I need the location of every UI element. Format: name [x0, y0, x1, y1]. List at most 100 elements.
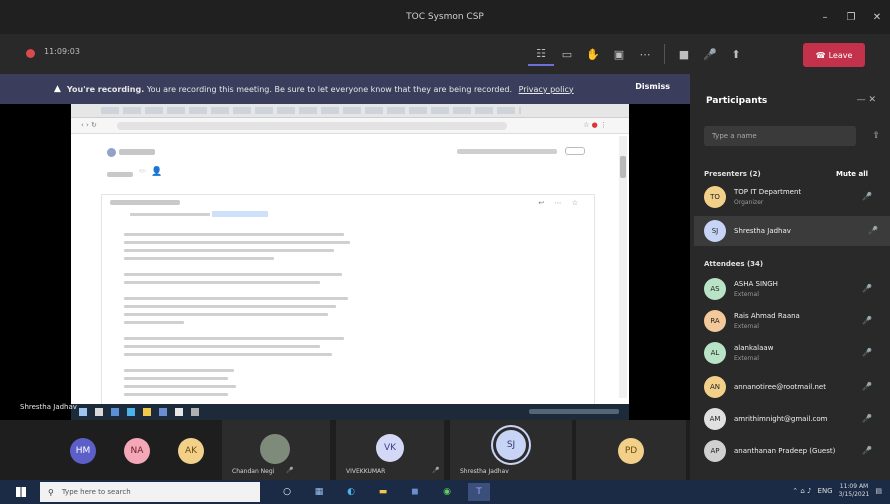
windows-taskbar: ⚲ Type here to search ○ ▦ ◐ ▬ ◼ ◉ T ⌃ ⌂ …: [0, 480, 890, 504]
participant-name: amrithimnight@gmail.com: [734, 415, 828, 423]
taskbar-search[interactable]: ⚲ Type here to search: [40, 482, 260, 502]
clock[interactable]: 11:09 AM 3/15/2021: [839, 483, 870, 499]
window-title: TOC Sysmon CSP: [406, 12, 484, 22]
text-line: [124, 281, 320, 284]
toolbar-divider: [664, 44, 665, 64]
avatar: AS: [704, 278, 726, 300]
invite-input[interactable]: Type a name: [704, 126, 856, 146]
participant-role: External: [734, 323, 759, 330]
edge-icon[interactable]: ◐: [340, 483, 362, 501]
text-line: [124, 321, 184, 324]
taskbar-apps: ○ ▦ ◐ ▬ ◼ ◉ T: [276, 483, 500, 501]
language-indicator[interactable]: ENG: [818, 487, 833, 495]
participant-row[interactable]: AN annanotiree@rootmail.net 🎤: [704, 372, 884, 402]
close-button[interactable]: ✕: [864, 12, 890, 23]
participant-tile[interactable]: PD: [576, 420, 686, 480]
search-icon: ⚲: [48, 487, 54, 497]
text-line: [124, 241, 350, 244]
attendees-section[interactable]: Attendees (34): [704, 260, 763, 268]
participants-icon[interactable]: ☷: [528, 42, 554, 66]
share-invite-icon[interactable]: ⇪: [872, 131, 880, 141]
participant-tile[interactable]: VK VIVEKKUMAR 🎤: [336, 420, 444, 480]
title-bar: TOC Sysmon CSP – ❐ ✕: [0, 0, 890, 34]
camera-icon[interactable]: ■: [671, 42, 697, 66]
clock-time: 11:09 AM: [839, 483, 869, 490]
participant-name: VIVEKKUMAR: [346, 468, 386, 475]
participant-strip: HM NA AK Chandan Negi 🎤 VK VIVEKKUMAR 🎤 …: [0, 420, 690, 480]
app-icon: [175, 408, 183, 416]
recording-icon: [26, 49, 35, 58]
leave-button[interactable]: ☎ Leave: [803, 43, 865, 67]
participant-tile[interactable]: NA: [112, 420, 158, 480]
browser-tools-icon: ☆ ● ⋮: [583, 121, 607, 129]
participant-row[interactable]: AP ananthanan Pradeep (Guest) 🎤: [704, 436, 884, 466]
share-icon[interactable]: ⬆: [723, 42, 749, 66]
banner-bold: You're recording.: [66, 84, 145, 94]
mute-all-button[interactable]: Mute all: [836, 170, 868, 178]
avatar: VK: [376, 434, 404, 462]
breakout-icon[interactable]: ▣: [606, 42, 632, 66]
raise-hand-icon[interactable]: ✋: [580, 42, 606, 66]
presenters-section[interactable]: Presenters (2): [704, 170, 761, 178]
search-icon: [95, 408, 103, 416]
mic-muted-icon: 🎤: [862, 316, 872, 325]
task-view-icon[interactable]: ○: [276, 483, 298, 501]
meeting-stage: ‹ › ↻ ☆ ● ⋮ ✏ 👤 ↩ ⋯ ☆ Shrestha Jadhav: [0, 104, 690, 420]
file-explorer-icon[interactable]: ▬: [372, 483, 394, 501]
mic-muted-icon: 🎤: [286, 467, 294, 474]
participant-row[interactable]: AS ASHA SINGH External 🎤: [704, 274, 884, 304]
mic-muted-icon: 🎤: [862, 446, 872, 455]
more-icon[interactable]: ⋯: [632, 42, 658, 66]
panel-title: Participants: [706, 96, 768, 106]
tray-icons[interactable]: ⌃ ⌂ ♪: [792, 487, 811, 495]
task-manager-icon[interactable]: ▦: [308, 483, 330, 501]
page-scrollbar: [619, 136, 627, 398]
participant-row[interactable]: AL alankalaaw External 🎤: [704, 338, 884, 368]
text-line: [124, 297, 348, 300]
recording-banner: ▲ You're recording. You are recording th…: [0, 74, 690, 104]
pencil-icon: ✏: [139, 167, 147, 177]
participant-tile[interactable]: Chandan Negi 🎤: [222, 420, 330, 480]
chrome-icon[interactable]: ◉: [436, 483, 458, 501]
windows-start-icon[interactable]: [16, 487, 26, 497]
system-tray: ⌃ ⌂ ♪ ENG 11:09 AM 3/15/2021 ▤: [792, 483, 882, 499]
minimize-button[interactable]: –: [812, 12, 838, 23]
participant-row[interactable]: AM amrithimnight@gmail.com 🎤: [704, 404, 884, 434]
participant-name: TOP IT Department: [734, 188, 802, 196]
avatar: NA: [124, 438, 150, 464]
privacy-link[interactable]: Privacy policy: [519, 85, 574, 94]
participant-row[interactable]: TO TOP IT Department Organizer 🎤: [704, 182, 884, 212]
notification-icon[interactable]: ▤: [875, 487, 882, 495]
avatar: RA: [704, 310, 726, 332]
person-icon: 👤: [151, 167, 163, 177]
dismiss-button[interactable]: Dismiss: [635, 82, 670, 91]
app-icon: [127, 408, 135, 416]
participant-row[interactable]: RA Rais Ahmad Raana External 🎤: [704, 306, 884, 336]
sender-name: [119, 149, 155, 155]
banner-text: You're recording. You are recording this…: [67, 85, 574, 94]
maximize-button[interactable]: ❐: [838, 12, 864, 23]
participant-name: Shrestha Jadhav: [734, 227, 791, 235]
windows-icon: [79, 408, 87, 416]
chat-icon[interactable]: ▭: [554, 42, 580, 66]
avatar: SJ: [704, 220, 726, 242]
teams-icon[interactable]: T: [468, 483, 490, 501]
avatar: AP: [704, 440, 726, 462]
close-panel-icon[interactable]: — ✕: [857, 95, 876, 105]
participant-row[interactable]: SJ Shrestha Jadhav 🎤: [694, 216, 890, 246]
app-icon: [159, 408, 167, 416]
participant-tile[interactable]: SJ Shrestha Jadhav: [450, 420, 572, 480]
scrollbar-thumb: [620, 156, 626, 178]
participant-name: Rais Ahmad Raana: [734, 312, 800, 320]
avatar: AL: [704, 342, 726, 364]
email-page: ✏ 👤 ↩ ⋯ ☆: [71, 134, 615, 404]
store-icon[interactable]: ◼: [404, 483, 426, 501]
text-line: [130, 213, 210, 216]
mic-icon[interactable]: 🎤: [697, 42, 723, 66]
participant-tile[interactable]: AK: [166, 420, 212, 480]
participant-tile[interactable]: HM: [58, 420, 104, 480]
mic-muted-icon: 🎤: [432, 467, 440, 474]
avatar: AK: [178, 438, 204, 464]
teams-window: TOC Sysmon CSP – ❐ ✕ 11:09:03 ☷ ▭ ✋ ▣ ⋯ …: [0, 0, 890, 504]
avatar: TO: [704, 186, 726, 208]
